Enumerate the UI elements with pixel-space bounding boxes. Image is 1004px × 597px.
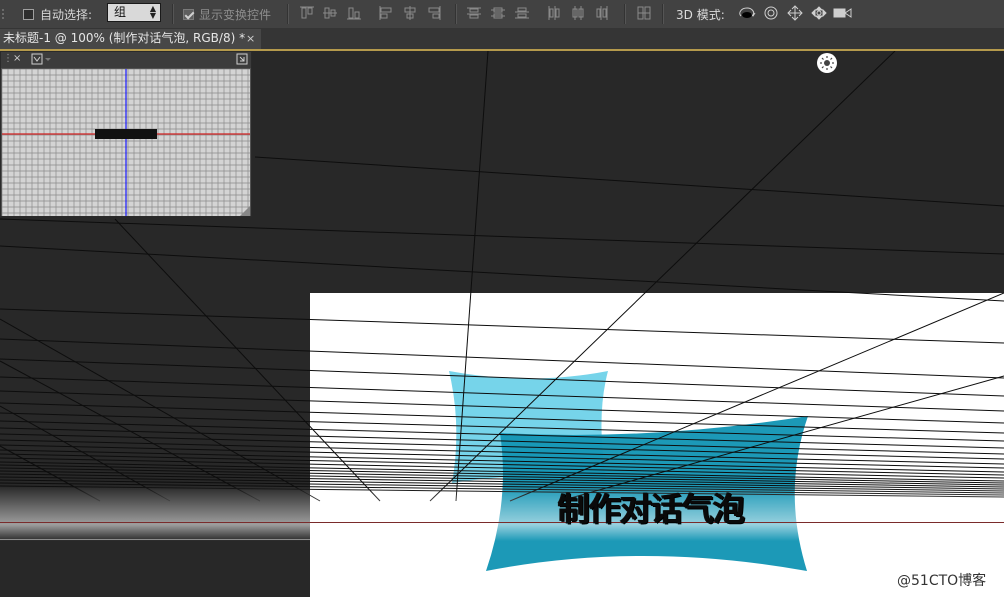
auto-select-checkbox[interactable] [23,0,34,28]
secondary-view-panel[interactable]: ⋮ × [0,51,252,217]
close-panel-icon[interactable]: × [13,53,21,64]
separator [172,4,174,24]
auto-align-layers-icon[interactable] [636,5,652,21]
secondary-view-grid [2,69,250,216]
horizon-haze [0,486,1004,541]
distribute-right-icon[interactable] [594,5,610,21]
scale-3d-camera-icon[interactable] [833,5,853,21]
align-top-edges-icon[interactable] [299,5,315,21]
align-right-edges-icon[interactable] [426,5,442,21]
slide-3d-icon[interactable] [810,5,828,21]
panel-header: ⋮ × [1,52,251,68]
distribute-left-icon[interactable] [546,5,562,21]
separator [287,4,289,24]
watermark: @51CTO博客 [897,573,987,589]
distribute-vertical-centers-icon[interactable] [490,5,506,21]
document-tab-bar: 未标题-1 @ 100% (制作对话气泡, RGB/8) * × [0,29,1004,51]
options-bar: 自动选择: 组 ▲ ▼ 显示变换控件 3D 模式: [0,0,1004,29]
separator [662,4,664,24]
distribute-bottom-icon[interactable] [514,5,530,21]
align-bottom-edges-icon[interactable] [346,5,362,21]
light-widget[interactable] [817,53,837,73]
separator [455,4,457,24]
mode-3d-label: 3D 模式: [676,7,725,22]
align-horizontal-centers-icon[interactable] [402,5,418,21]
sun-icon [820,56,834,70]
close-document-icon[interactable]: × [246,29,255,48]
bubble-headline[interactable]: 制作对话气泡 [558,484,745,530]
show-transform-checkbox[interactable] [183,0,194,28]
options-grip [0,0,6,28]
dropdown-stepper-icon: ▲ ▼ [149,4,156,20]
align-left-edges-icon[interactable] [378,5,394,21]
document-tab-title: 未标题-1 @ 100% (制作对话气泡, RGB/8) * [3,31,246,45]
horizon-guide-line [0,522,1004,523]
canvas-edge-line [0,539,310,540]
auto-select-label: 自动选择: [40,7,93,22]
drag-3d-icon[interactable] [787,5,803,21]
expand-panel-icon[interactable] [236,52,248,69]
separator [624,4,626,24]
auto-select-target-value: 组 [114,5,127,19]
distribute-horizontal-centers-icon[interactable] [570,5,586,21]
distribute-top-icon[interactable] [466,5,482,21]
panel-grip-icon[interactable]: ⋮ [3,53,13,64]
show-transform-label: 显示变换控件 [199,7,272,22]
bubble-preview [95,129,157,139]
align-vertical-centers-icon[interactable] [322,5,338,21]
rotate-3d-icon[interactable] [738,5,756,21]
view-select-icon[interactable] [31,52,53,69]
auto-select-target-dropdown[interactable]: 组 ▲ ▼ [107,3,161,22]
document-tab[interactable]: 未标题-1 @ 100% (制作对话气泡, RGB/8) * × [0,29,261,49]
roll-3d-icon[interactable] [762,5,780,21]
